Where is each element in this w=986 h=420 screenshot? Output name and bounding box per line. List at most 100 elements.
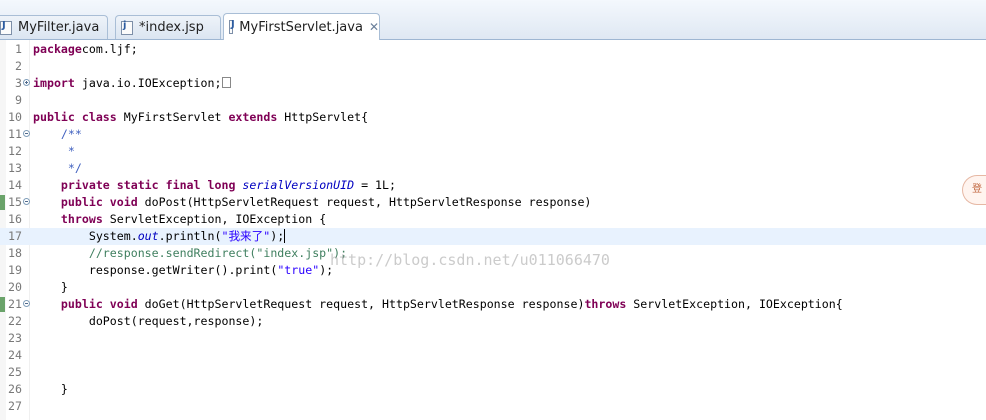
collapse-fold-icon[interactable]: [23, 130, 30, 137]
code-line[interactable]: 12 *: [0, 143, 986, 160]
code-token: ServletException, IOException {: [102, 212, 327, 226]
code-token: */: [67, 161, 82, 175]
java-file-icon: [0, 20, 12, 35]
code-token: *: [67, 144, 75, 158]
code-token: out: [137, 229, 159, 243]
code-text: private static final long serialVersionU…: [33, 177, 396, 194]
code-token: }: [33, 280, 68, 294]
code-line[interactable]: 24: [0, 347, 986, 364]
code-line[interactable]: 26 }: [0, 381, 986, 398]
code-line[interactable]: 21 public void doGet(HttpServletRequest …: [0, 296, 986, 313]
code-editor[interactable]: 1 packagecom.ljf; 2 3 import java.io.IOExcep…: [0, 40, 986, 420]
line-number: 16: [8, 212, 22, 226]
code-line[interactable]: 20 }: [0, 279, 986, 296]
line-number: 11: [8, 127, 22, 141]
code-token: doPost(HttpServletRequest request, HttpS…: [137, 195, 592, 209]
code-line[interactable]: 1 packagecom.ljf;: [0, 41, 986, 58]
code-text: */: [33, 160, 82, 177]
code-text: public class MyFirstServlet extends Http…: [33, 109, 368, 126]
line-number: 24: [8, 348, 22, 362]
code-text: *: [33, 143, 75, 160]
code-text: public void doPost(HttpServletRequest re…: [33, 194, 591, 211]
tab-myfirstservlet-java[interactable]: MyFirstServlet.java ✕: [223, 13, 380, 40]
line-number: 12: [8, 144, 22, 158]
line-number: 19: [8, 263, 22, 277]
code-line[interactable]: 19 response.getWriter().print("true");: [0, 262, 986, 279]
code-token: private static final long: [60, 178, 236, 192]
code-line[interactable]: 22 doPost(request,response);: [0, 313, 986, 330]
tab-index-jsp[interactable]: *index.jsp: [115, 15, 221, 39]
folded-imports-icon[interactable]: [222, 77, 232, 88]
code-token: "true": [277, 263, 320, 277]
code-token: package: [33, 42, 82, 56]
code-text: doPost(request,response);: [33, 313, 264, 330]
code-line[interactable]: 15 public void doPost(HttpServletRequest…: [0, 194, 986, 211]
collapse-fold-icon[interactable]: [23, 300, 30, 307]
line-number: 21: [8, 297, 22, 311]
code-text: System.out.println("我来了");: [33, 228, 286, 245]
code-text: packagecom.ljf;: [33, 41, 138, 58]
code-line[interactable]: 3 import java.io.IOException;: [0, 75, 986, 92]
side-login-bubble[interactable]: 登: [962, 175, 986, 205]
tab-myfilter-java[interactable]: MyFilter.java: [0, 15, 108, 39]
line-number: 17: [8, 229, 22, 243]
code-line[interactable]: 14 private static final long serialVersi…: [0, 177, 986, 194]
code-line[interactable]: 9: [0, 92, 986, 109]
code-lines: 1 packagecom.ljf; 2 3 import java.io.IOExcep…: [0, 41, 986, 415]
line-number: 10: [8, 110, 22, 124]
code-token: .println(: [158, 229, 222, 243]
line-number: 15: [8, 195, 22, 209]
code-token: /**: [60, 127, 82, 141]
expand-fold-icon[interactable]: [23, 79, 30, 86]
line-number: 2: [15, 59, 22, 73]
code-text: //response.sendRedirect("index.jsp");: [33, 245, 347, 262]
line-number: 20: [8, 280, 22, 294]
code-token: //response.sendRedirect("index.jsp");: [88, 246, 348, 260]
code-token: import: [33, 76, 75, 90]
collapse-fold-icon[interactable]: [23, 198, 30, 205]
code-text: response.getWriter().print("true");: [33, 262, 333, 279]
code-text: }: [33, 279, 68, 296]
code-line[interactable]: 23: [0, 330, 986, 347]
code-text: import java.io.IOException;: [33, 75, 232, 92]
line-number: 13: [8, 161, 22, 175]
code-line[interactable]: 18 //response.sendRedirect("index.jsp");: [0, 245, 986, 262]
code-token: );: [270, 229, 285, 243]
tab-label: MyFilter.java: [18, 20, 100, 35]
text-caret: [284, 229, 286, 243]
line-number: 14: [8, 178, 22, 192]
code-line[interactable]: 25: [0, 364, 986, 381]
code-line[interactable]: 13 */: [0, 160, 986, 177]
close-icon[interactable]: ✕: [369, 20, 379, 34]
code-line[interactable]: 11 /**: [0, 126, 986, 143]
code-line[interactable]: 27: [0, 398, 986, 415]
code-line[interactable]: 2: [0, 58, 986, 75]
line-number: 27: [8, 399, 22, 413]
code-token: doPost(request,response);: [33, 314, 264, 328]
code-text: throws ServletException, IOException {: [33, 211, 326, 228]
code-token: java.io.IOException;: [74, 76, 222, 90]
code-line[interactable]: 10 public class MyFirstServlet extends Ht…: [0, 109, 986, 126]
code-token: throws: [584, 297, 627, 311]
code-line[interactable]: 16 throws ServletException, IOException …: [0, 211, 986, 228]
code-token: throws: [60, 212, 103, 226]
code-token: }: [33, 382, 68, 396]
code-token: public void: [60, 195, 138, 209]
editor-tab-bar: MyFilter.java *index.jsp MyFirstServlet.…: [0, 0, 986, 40]
code-token: );: [319, 263, 334, 277]
code-token: = 1L;: [354, 178, 396, 192]
line-number: 3: [15, 76, 22, 90]
code-token: HttpServlet{: [277, 110, 369, 124]
code-token: public void: [60, 297, 138, 311]
line-number: 18: [8, 246, 22, 260]
line-number: 23: [8, 331, 22, 345]
code-line[interactable]: 17 System.out.println("我来了");: [0, 228, 986, 245]
code-token: MyFirstServlet: [116, 110, 229, 124]
line-number: 22: [8, 314, 22, 328]
code-token: doGet(HttpServletRequest request, HttpSe…: [137, 297, 585, 311]
line-number: 9: [15, 93, 22, 107]
java-file-icon: [229, 19, 235, 34]
